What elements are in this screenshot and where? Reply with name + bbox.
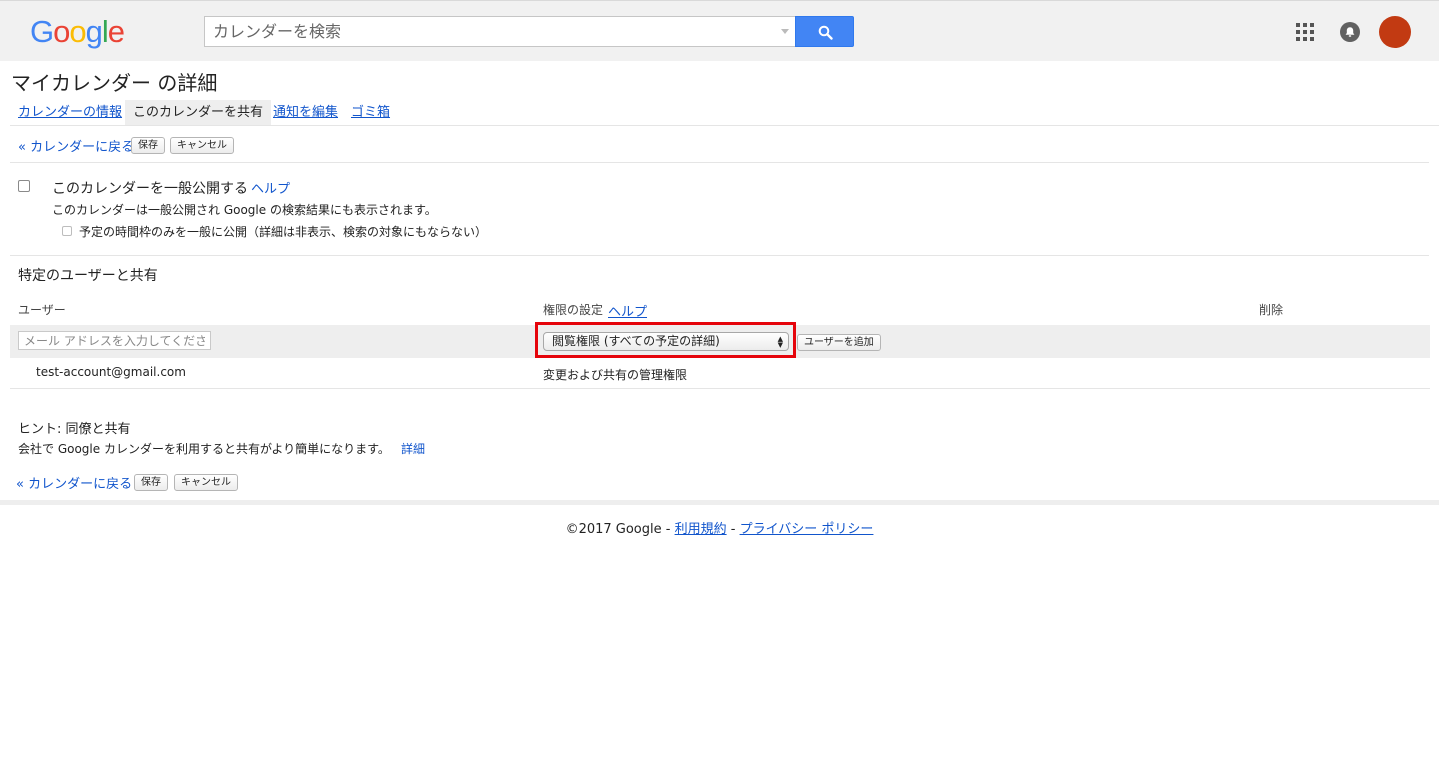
hint-title: ヒント: 同僚と共有 (18, 422, 131, 437)
shared-user-email: test-account@gmail.com (36, 365, 186, 379)
permission-help-link[interactable]: ヘルプ (608, 301, 647, 320)
google-logo[interactable]: Google (30, 14, 125, 50)
search-input[interactable] (205, 17, 775, 46)
search-button[interactable] (795, 16, 854, 47)
apps-grid-icon[interactable] (1296, 23, 1314, 41)
freebusy-only-label: 予定の時間枠のみを一般に公開（詳細は非表示、検索の対象にもならない） (79, 225, 488, 239)
logo-letter: G (30, 14, 54, 49)
logo-letter: o (53, 14, 70, 49)
back-to-calendar-link[interactable]: « カレンダーに戻る (18, 136, 134, 155)
footer-separator: - (726, 522, 740, 537)
logo-letter: g (85, 14, 103, 49)
cancel-button-bottom[interactable]: キャンセル (174, 474, 238, 491)
cancel-button[interactable]: キャンセル (170, 137, 234, 154)
divider (10, 388, 1430, 389)
tab-edit-notifications[interactable]: 通知を編集 (265, 100, 346, 125)
divider (10, 162, 1429, 163)
bell-icon (1345, 27, 1355, 37)
privacy-policy-link[interactable]: プライバシー ポリシー (740, 522, 874, 537)
tab-bar: カレンダーの情報 このカレンダーを共有 通知を編集 ゴミ箱 (10, 100, 1439, 126)
add-user-button[interactable]: ユーザーを追加 (797, 334, 881, 351)
search-icon (818, 25, 833, 40)
logo-letter: e (107, 14, 125, 49)
public-help-link[interactable]: ヘルプ (251, 178, 290, 197)
tab-trash[interactable]: ゴミ箱 (343, 100, 398, 125)
email-address-input[interactable] (18, 331, 211, 350)
column-header-user: ユーザー (18, 303, 66, 317)
back-to-calendar-link-bottom[interactable]: « カレンダーに戻る (16, 473, 132, 492)
make-public-checkbox[interactable] (18, 180, 30, 192)
save-button[interactable]: 保存 (131, 137, 165, 154)
footer: ©2017 Google - 利用規約 - プライバシー ポリシー (0, 518, 1439, 537)
search-box (204, 16, 795, 47)
page-title: マイカレンダー の詳細 (11, 71, 218, 95)
public-description: このカレンダーは一般公開され Google の検索結果にも表示されます。 (52, 203, 437, 217)
hint-details-link[interactable]: 詳細 (401, 440, 425, 457)
tab-share-calendar[interactable]: このカレンダーを共有 (125, 100, 272, 125)
make-public-label: このカレンダーを一般公開する (52, 181, 248, 197)
tab-calendar-info[interactable]: カレンダーの情報 (10, 100, 130, 125)
column-header-permission: 権限の設定 (543, 303, 604, 317)
divider (10, 255, 1429, 256)
hint-body: 会社で Google カレンダーを利用すると共有がより簡単になります。 (18, 442, 390, 456)
footer-divider (0, 500, 1439, 505)
top-bar: Google (0, 0, 1439, 61)
notifications-icon[interactable] (1340, 22, 1360, 42)
freebusy-only-checkbox[interactable] (62, 226, 72, 236)
footer-copyright: ©2017 Google - (565, 522, 675, 537)
shared-user-permission: 変更および共有の管理権限 (543, 368, 688, 382)
permission-select[interactable]: 閲覧権限 (すべての予定の詳細) ▲ ▼ (543, 332, 789, 351)
save-button-bottom[interactable]: 保存 (134, 474, 168, 491)
share-section-heading: 特定のユーザーと共有 (18, 268, 158, 284)
permission-select-value: 閲覧権限 (すべての予定の詳細) (552, 334, 720, 348)
search-dropdown-icon[interactable] (781, 29, 789, 34)
logo-letter: o (69, 14, 86, 49)
avatar[interactable] (1379, 16, 1411, 48)
column-header-delete: 削除 (1259, 303, 1284, 317)
select-arrows-icon: ▲ ▼ (777, 335, 783, 349)
terms-link[interactable]: 利用規約 (675, 522, 727, 537)
